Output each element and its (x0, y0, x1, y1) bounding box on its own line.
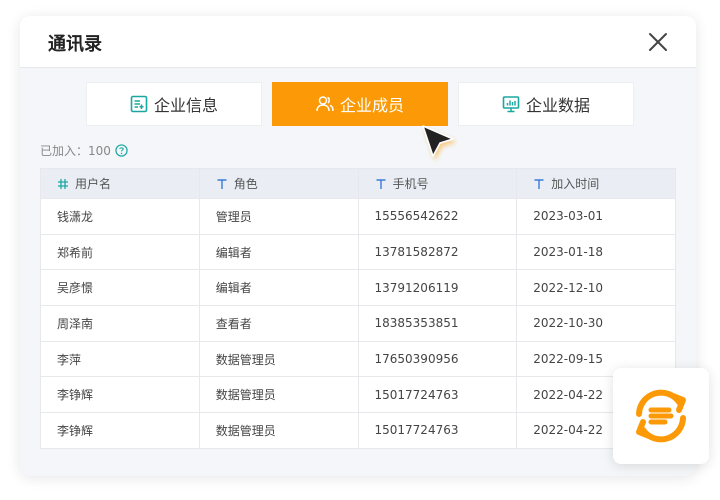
members-icon (316, 96, 334, 112)
monitor-chart-icon (502, 96, 520, 113)
cell-phone: 15017724763 (357, 412, 518, 449)
column-label: 加入时间 (551, 177, 600, 191)
table-row[interactable]: 郑希前 编辑者 13781582872 2023-01-18 (40, 233, 676, 271)
table-header-row: 用户名 角色 手机号 加入时间 (40, 168, 676, 199)
sync-icon (636, 389, 686, 443)
cell-phone: 17650390956 (357, 340, 518, 378)
column-label: 手机号 (392, 177, 429, 191)
cell-join-time: 2023-03-01 (516, 198, 676, 235)
cell-role: 数据管理员 (198, 340, 359, 378)
column-label: 用户名 (75, 177, 112, 191)
members-table: 用户名 角色 手机号 加入时间 钱潇龙 管理员 15556542622 2023… (40, 168, 676, 449)
text-type-icon (217, 178, 227, 189)
hash-icon (58, 178, 68, 189)
cell-phone: 18385353851 (357, 305, 518, 342)
sync-widget[interactable] (613, 368, 709, 464)
cell-username: 李铮辉 (40, 412, 200, 449)
tab-company-info[interactable]: 企业信息 (86, 82, 262, 126)
cell-username: 李铮辉 (40, 376, 200, 414)
cell-role: 查看者 (198, 305, 359, 342)
table-row[interactable]: 钱潇龙 管理员 15556542622 2023-03-01 (40, 198, 676, 235)
member-count-label: 已加入：100 (40, 144, 111, 158)
contacts-dialog: 通讯录 企业信息 企业成员 企业数据 已加入：100 用户名 角色 手机号 加入… (20, 16, 696, 476)
column-header-phone[interactable]: 手机号 (357, 168, 518, 199)
cell-phone: 15017724763 (357, 376, 518, 414)
cursor-arrow-icon (422, 125, 454, 157)
table-row[interactable]: 李铮辉 数据管理员 15017724763 2022-04-22 (40, 376, 676, 414)
cell-join-time: 2022-12-10 (516, 269, 676, 307)
column-header-join-time[interactable]: 加入时间 (516, 168, 676, 199)
tab-company-members[interactable]: 企业成员 (272, 82, 448, 126)
help-circle-icon[interactable] (115, 144, 128, 157)
tab-label: 企业成员 (339, 96, 404, 115)
cell-username: 李萍 (40, 340, 200, 378)
cell-role: 编辑者 (198, 233, 359, 271)
table-row[interactable]: 周泽南 查看者 18385353851 2022-10-30 (40, 305, 676, 342)
cell-phone: 13781582872 (357, 233, 518, 271)
tab-label: 企业数据 (525, 96, 590, 115)
member-count: 已加入：100 (40, 142, 128, 159)
tab-label: 企业信息 (153, 96, 218, 115)
cell-username: 周泽南 (40, 305, 200, 342)
cell-username: 郑希前 (40, 233, 200, 271)
cell-role: 数据管理员 (198, 412, 359, 449)
dialog-title: 通讯录 (48, 34, 102, 55)
members-table-wrap: 用户名 角色 手机号 加入时间 钱潇龙 管理员 15556542622 2023… (40, 168, 676, 449)
cell-username: 吴彦憬 (40, 269, 200, 307)
cell-username: 钱潇龙 (40, 198, 200, 235)
cell-phone: 15556542622 (357, 198, 518, 235)
cell-role: 编辑者 (198, 269, 359, 307)
text-type-icon (376, 178, 385, 189)
dialog-header: 通讯录 (20, 16, 696, 68)
close-button[interactable] (646, 30, 670, 54)
cell-role: 管理员 (198, 198, 359, 235)
cell-role: 数据管理员 (198, 376, 359, 414)
text-type-icon (534, 178, 544, 189)
cell-join-time: 2022-10-30 (516, 305, 676, 342)
table-row[interactable]: 李铮辉 数据管理员 15017724763 2022-04-22 (40, 412, 676, 449)
table-row[interactable]: 吴彦憬 编辑者 13791206119 2022-12-10 (40, 269, 676, 307)
column-header-role[interactable]: 角色 (198, 168, 359, 199)
cell-phone: 13791206119 (357, 269, 518, 307)
tab-company-data[interactable]: 企业数据 (458, 82, 634, 126)
info-doc-icon (130, 95, 148, 113)
column-header-username[interactable]: 用户名 (40, 168, 200, 199)
table-row[interactable]: 李萍 数据管理员 17650390956 2022-09-15 (40, 340, 676, 378)
column-label: 角色 (233, 177, 258, 191)
cell-join-time: 2023-01-18 (516, 233, 676, 271)
close-icon (649, 33, 667, 51)
mouse-pointer (421, 124, 457, 168)
tab-bar: 企业信息 企业成员 企业数据 (86, 82, 634, 126)
